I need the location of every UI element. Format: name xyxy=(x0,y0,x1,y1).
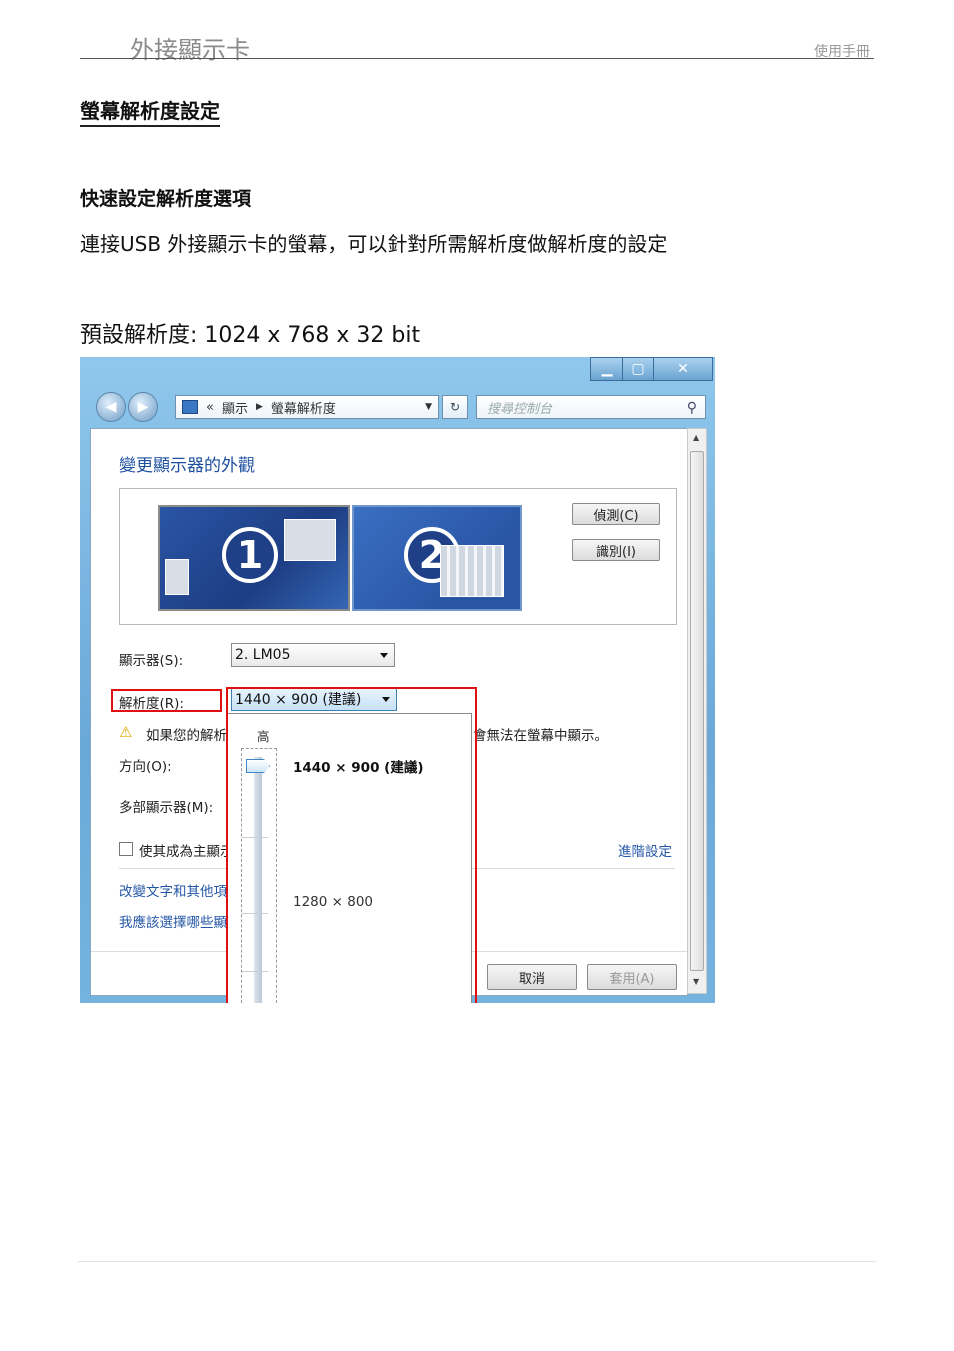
warning-icon: ⚠ xyxy=(119,723,133,741)
back-button[interactable]: ◀ xyxy=(96,392,126,422)
forward-arrow-icon: ▶ xyxy=(137,399,149,415)
warning-text-left: 如果您的解析 xyxy=(146,728,227,744)
header-rule xyxy=(80,58,874,59)
dropdown-highlight xyxy=(226,687,477,1003)
screen-resolution-window: ▁ ▢ ✕ ◀ ▶ « 顯示 ▶ 螢幕解析度 ▼ ↻ 搜尋控制台 ⚲ 變更顯示器… xyxy=(80,357,715,1003)
body-text: 連接USB 外接顯示卡的螢幕，可以針對所需解析度做解析度的設定 xyxy=(80,232,668,256)
primary-checkbox[interactable] xyxy=(119,842,133,856)
scroll-down-icon[interactable]: ▼ xyxy=(693,977,699,986)
resolution-label: 解析度(R): xyxy=(119,696,184,712)
refresh-button[interactable]: ↻ xyxy=(442,395,468,419)
section-title: 螢幕解析度設定 xyxy=(80,95,220,127)
default-resolution-text: 預設解析度: 1024 x 768 x 32 bit xyxy=(80,323,421,348)
breadcrumb-separator: « xyxy=(206,399,214,415)
monitor-1[interactable]: 1 xyxy=(158,505,350,611)
vertical-scrollbar[interactable]: ▲ ▼ xyxy=(687,428,707,994)
search-placeholder: 搜尋控制台 xyxy=(487,401,553,417)
cancel-button[interactable]: 取消 xyxy=(487,964,577,990)
forward-button[interactable]: ▶ xyxy=(128,392,158,422)
refresh-icon: ↻ xyxy=(449,400,461,414)
breadcrumb-resolution[interactable]: 螢幕解析度 xyxy=(271,398,336,417)
minimize-button[interactable]: ▁ xyxy=(590,357,623,381)
mini-grid-graphic xyxy=(440,545,504,597)
breadcrumb-arrow-icon: ▶ xyxy=(255,402,263,412)
orientation-label: 方向(O): xyxy=(119,759,172,775)
display-label: 顯示器(S): xyxy=(119,653,184,669)
text-size-link[interactable]: 改變文字和其他項 xyxy=(119,880,227,900)
display-select[interactable]: 2. LM05 xyxy=(231,643,395,667)
scrollbar-thumb[interactable] xyxy=(690,451,704,971)
chevron-down-icon[interactable]: ▼ xyxy=(425,402,432,412)
mini-tower-graphic xyxy=(165,559,189,595)
identify-button[interactable]: 識別(I) xyxy=(572,539,660,561)
address-bar[interactable]: « 顯示 ▶ 螢幕解析度 ▼ xyxy=(175,395,439,419)
back-arrow-icon: ◀ xyxy=(105,399,117,415)
monitor-layout-box: 1 2 偵測(C) 識別(I) xyxy=(119,488,677,625)
monitor-1-number: 1 xyxy=(222,527,278,583)
search-input[interactable]: 搜尋控制台 ⚲ xyxy=(476,395,706,419)
subsection-title: 快速設定解析度選項 xyxy=(80,188,252,210)
primary-checkbox-label: 使其成為主顯示 xyxy=(139,844,234,860)
control-panel-icon xyxy=(182,400,198,414)
multiple-displays-label: 多部顯示器(M): xyxy=(119,800,214,816)
page-title: 變更顯示器的外觀 xyxy=(119,456,255,476)
breadcrumb-display[interactable]: 顯示 xyxy=(222,398,248,417)
header-title: 外接顯示卡 xyxy=(130,36,250,64)
close-button[interactable]: ✕ xyxy=(653,357,713,381)
monitor-2[interactable]: 2 xyxy=(352,505,522,611)
chevron-down-icon xyxy=(380,653,388,658)
advanced-settings-link[interactable]: 進階設定 xyxy=(618,840,672,860)
apply-button[interactable]: 套用(A) xyxy=(587,964,677,990)
warning-text-right: 會無法在螢幕中顯示。 xyxy=(473,728,608,744)
mini-window-graphic xyxy=(284,519,336,561)
footer-rule xyxy=(78,1261,876,1262)
display-value: 2. LM05 xyxy=(235,647,291,663)
detect-button[interactable]: 偵測(C) xyxy=(572,503,660,525)
scroll-up-icon[interactable]: ▲ xyxy=(693,433,699,442)
search-icon: ⚲ xyxy=(686,400,697,416)
maximize-button[interactable]: ▢ xyxy=(622,357,654,381)
which-settings-link[interactable]: 我應該選擇哪些顯 xyxy=(119,911,227,931)
